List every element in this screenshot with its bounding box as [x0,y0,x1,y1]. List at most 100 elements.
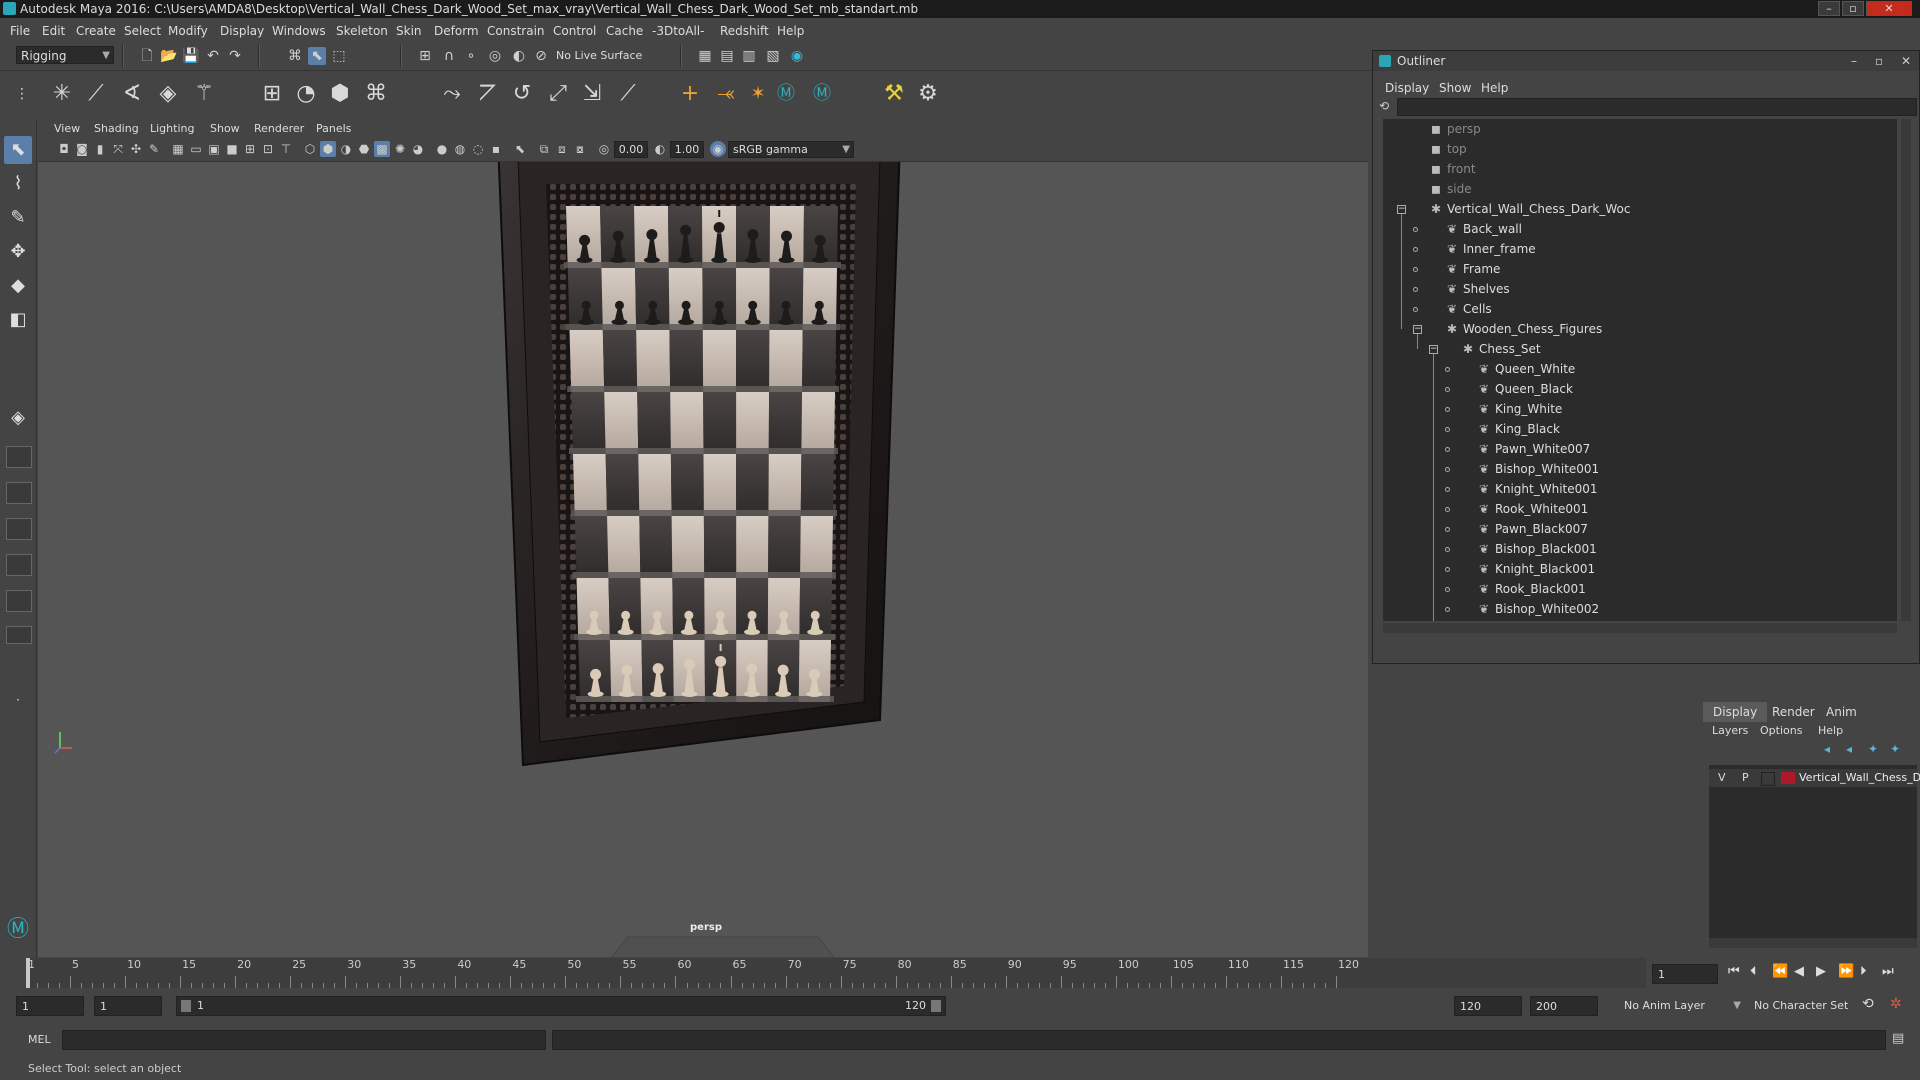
script-language-toggle[interactable]: MEL [28,1033,51,1046]
outliner-root-group[interactable]: ✱ Vertical_Wall_Chess_Dark_Woc [1429,199,1631,219]
outliner-camera-side[interactable]: ◼ side [1429,179,1472,199]
outliner-item-shelves[interactable]: ❦ Shelves [1445,279,1510,299]
layer-color-swatch[interactable] [1781,772,1795,784]
outliner-item-pawn_black007[interactable]: ❦ Pawn_Black007 [1477,519,1588,539]
outliner-item-rook_white001[interactable]: ❦ Rook_White001 [1477,499,1588,519]
xray-joints-icon[interactable]: ⧈ [554,141,570,157]
safe-action-icon[interactable]: ⊡ [260,141,276,157]
image-plane-icon[interactable]: ⤧ [110,141,126,157]
open-scene-icon[interactable]: 📂 [160,47,178,65]
layer-menu-options[interactable]: Options [1760,724,1802,737]
next-key-icon[interactable]: ⏩ [1838,964,1854,979]
perspective-viewport[interactable]: persp [38,162,1368,957]
quick-rig-icon[interactable]: ⚒ [880,80,908,108]
depth-of-field-icon[interactable]: ▪ [488,141,504,157]
outliner-item-pawn_white007[interactable]: ❦ Pawn_White007 [1477,439,1590,459]
outliner-maximize-icon[interactable]: ▫ [1875,51,1883,71]
ik-handle-icon[interactable]: ⟋ [82,80,110,108]
safe-title-icon[interactable]: ⊤ [278,141,294,157]
select-hierarchy-icon[interactable]: ⌘ [286,47,304,65]
color-management-icon[interactable]: ◉ [710,141,726,157]
2d-pan-icon[interactable]: ✣ [128,141,144,157]
outliner-item-bishop_black001[interactable]: ❦ Bishop_Black001 [1477,539,1597,559]
character-controls-icon[interactable]: Ⓜ [808,80,836,108]
outliner-item-king_black[interactable]: ❦ King_Black [1477,419,1560,439]
outliner-item-bishop_white002[interactable]: ❦ Bishop_White002 [1477,599,1599,619]
script-editor-icon[interactable]: ▤ [1892,1031,1904,1046]
menu-windows[interactable]: Windows [272,24,326,38]
layer-menu-layers[interactable]: Layers [1712,724,1748,737]
redo-icon[interactable]: ↷ [226,47,244,65]
outliner-item-queen_white[interactable]: ❦ Queen_White [1477,359,1575,379]
menu-skin[interactable]: Skin [396,24,422,38]
play-forward-icon[interactable]: ▶ [1816,964,1826,979]
orient-constraint-icon[interactable]: ↺ [508,80,536,108]
outliner-item-rook_black001[interactable]: ❦ Rook_Black001 [1477,579,1586,599]
time-slider[interactable]: 1 5 10 15 20 25 30 35 40 45 50 55 60 65 70 75 80 85 90 95 10… [0,958,1920,990]
move-layer-up-icon[interactable]: ◂ [1824,742,1830,756]
shadows-icon[interactable]: ◕ [410,141,426,157]
command-input[interactable] [62,1030,546,1050]
render-settings-icon[interactable]: ▧ [764,47,782,65]
backface-icon[interactable]: ⧇ [572,141,588,157]
skeleton-tool-icon[interactable]: ⚙ [914,80,942,108]
outliner-item-queen_black[interactable]: ❦ Queen_Black [1477,379,1573,399]
live-surface-label[interactable]: No Live Surface [556,49,642,62]
undo-icon[interactable]: ↶ [204,47,222,65]
select-tool-icon[interactable]: ⬉ [4,136,32,164]
xray-icon[interactable]: ⧉ [536,141,552,157]
gamma-field[interactable]: 1.00 [670,141,704,158]
layer-name[interactable]: Vertical_Wall_Chess_D [1799,771,1920,784]
outliner-item-knight_white001[interactable]: ❦ Knight_White001 [1477,479,1598,499]
go-to-start-icon[interactable]: ⏮ [1728,964,1740,979]
menu-skeleton[interactable]: Skeleton [336,24,388,38]
menu-redshift[interactable]: Redshift [720,24,769,38]
layer-visibility-toggle[interactable]: V [1718,771,1726,784]
mirror-joint-icon[interactable]: ⚚ [190,80,218,108]
snap-grid-icon[interactable]: ⊞ [416,47,434,65]
wireframe-icon[interactable]: ⬡ [302,141,318,157]
isolate-select-icon[interactable]: ⬉ [512,141,528,157]
layer-tab-display[interactable]: Display [1703,702,1768,722]
bookmark-icon[interactable]: ▮ [92,141,108,157]
end-time-field[interactable]: 200 [1530,996,1598,1016]
collapse-toggle[interactable]: − [1397,205,1406,214]
scale-tool-icon[interactable]: ◧ [4,306,32,334]
layer-playback-toggle[interactable]: P [1742,771,1749,784]
outliner-item-king_white[interactable]: ❦ King_White [1477,399,1562,419]
close-button[interactable]: ✕ [1866,1,1912,16]
outliner-camera-top[interactable]: ◼ top [1429,139,1467,159]
outliner-menu-display[interactable]: Display [1385,81,1429,95]
field-chart-icon[interactable]: ⊞ [242,141,258,157]
lasso-tool-icon[interactable]: ⌇ [4,170,32,198]
lattice-icon[interactable]: ⌘ [362,80,390,108]
range-slider-track[interactable]: 1 120 [176,996,946,1016]
grid-icon[interactable]: ▦ [170,141,186,157]
more-layouts-icon[interactable]: · [4,686,32,714]
layer-menu-help[interactable]: Help [1818,724,1843,737]
outliner-item-cells[interactable]: ❦ Cells [1445,299,1492,319]
character-set-dropdown[interactable]: No Character Set [1750,996,1862,1016]
step-forward-icon[interactable]: ⏵ [1860,964,1867,979]
render-view-icon[interactable]: ▦ [696,47,714,65]
hik-icon[interactable]: ✶ [744,80,772,108]
menu-cache[interactable]: Cache [606,24,643,38]
smooth-bind-icon[interactable]: ◔ [292,80,320,108]
snap-point-icon[interactable]: ∘ [462,47,480,65]
outliner-group-figures[interactable]: ✱ Wooden_Chess_Figures [1445,319,1602,339]
save-scene-icon[interactable]: 💾 [182,47,200,65]
layer-tab-anim[interactable]: Anim [1816,702,1867,722]
outliner-item-frame[interactable]: ❦ Frame [1445,259,1500,279]
new-layer-selected-icon[interactable]: ✦ [1890,742,1900,756]
exposure-icon[interactable]: ◎ [596,141,612,157]
outliner-item-inner_frame[interactable]: ❦ Inner_frame [1445,239,1536,259]
menu-edit[interactable]: Edit [42,24,65,38]
play-back-icon[interactable]: ◀ [1794,964,1804,979]
layout-graph-persp[interactable] [6,554,32,576]
anim-preferences-icon[interactable]: ✲ [1890,996,1902,1012]
rotate-tool-icon[interactable]: ◆ [4,272,32,300]
exposure-field[interactable]: 0.00 [614,141,648,158]
layer-row[interactable]: V P Vertical_Wall_Chess_D [1709,769,1920,787]
select-component-icon[interactable]: ⬚ [330,47,348,65]
range-end-handle[interactable] [931,1000,941,1012]
